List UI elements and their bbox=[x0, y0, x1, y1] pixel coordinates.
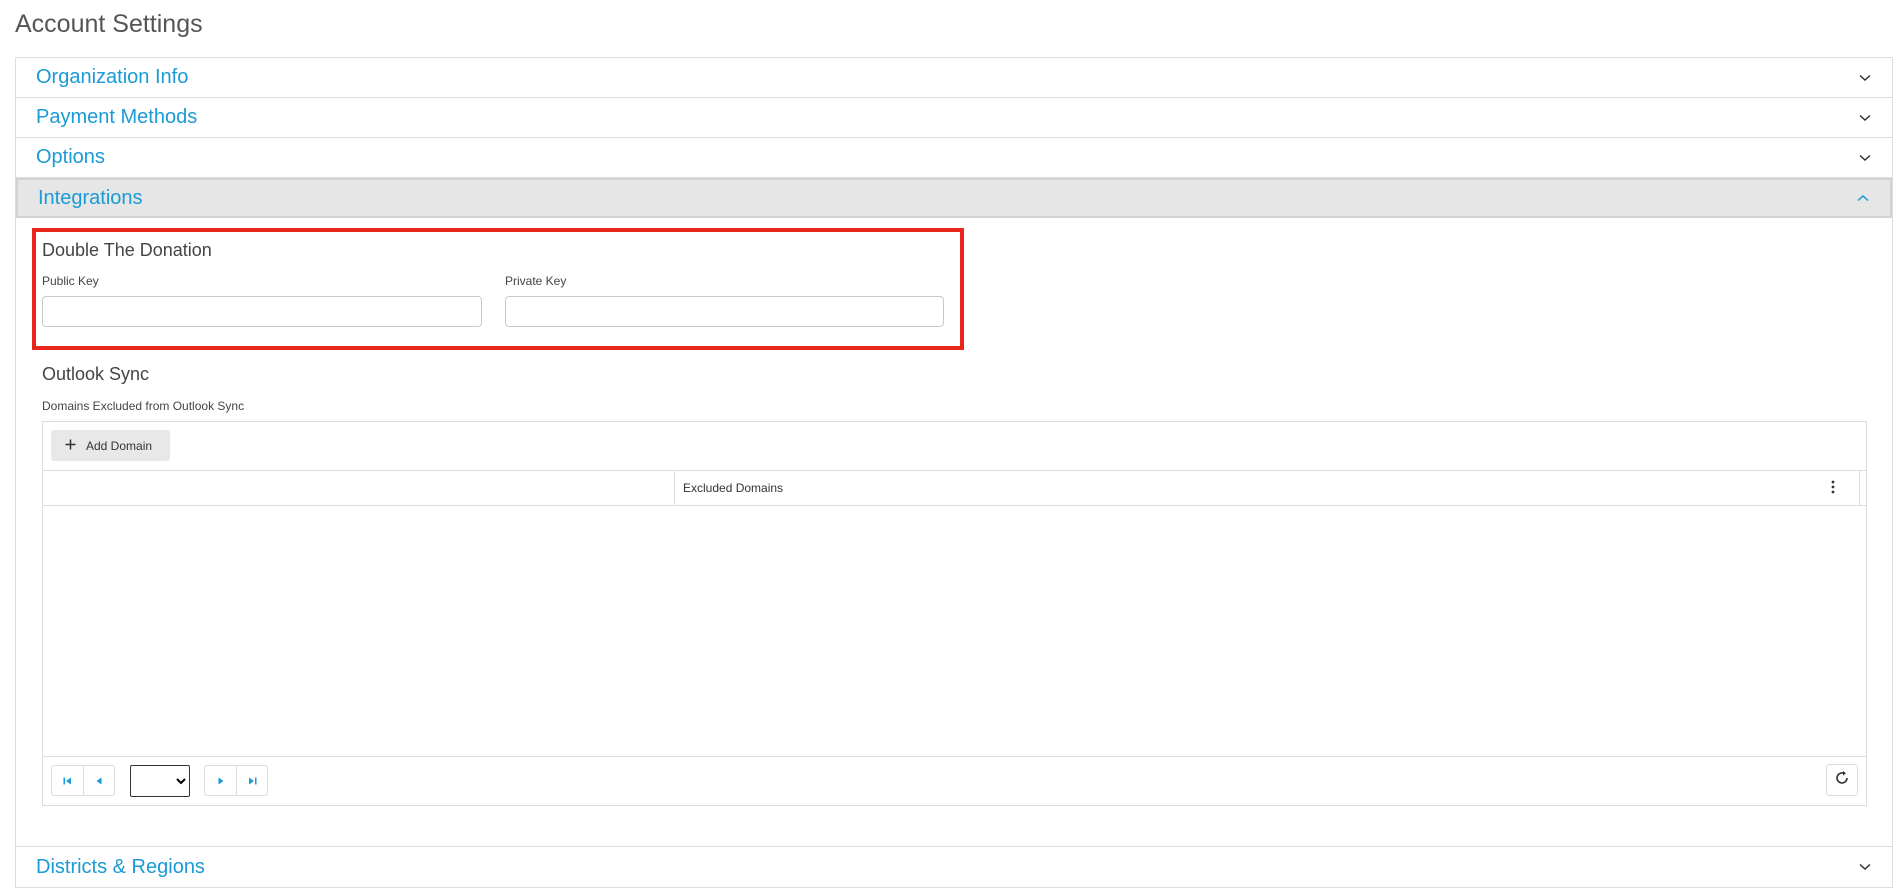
page-title: Account Settings bbox=[15, 10, 203, 38]
outlook-sync-title: Outlook Sync bbox=[42, 364, 150, 384]
chevron-up-icon bbox=[1856, 191, 1870, 205]
chevron-down-icon bbox=[1858, 860, 1872, 874]
chevron-down-icon bbox=[1858, 71, 1872, 85]
private-key-input[interactable] bbox=[505, 296, 944, 327]
pager-next-group bbox=[204, 765, 268, 796]
grid-header: Excluded Domains bbox=[43, 471, 1866, 506]
last-page-icon bbox=[248, 772, 257, 790]
page-select[interactable] bbox=[130, 765, 190, 797]
accordion-label: Organization Info bbox=[36, 66, 189, 88]
more-vertical-icon[interactable] bbox=[1831, 480, 1835, 497]
integrations-panel: Double The Donation Public Key Private K… bbox=[16, 218, 1892, 847]
plus-icon bbox=[65, 439, 76, 453]
accordion-label: Options bbox=[36, 146, 105, 168]
column-header-empty bbox=[43, 471, 675, 505]
grid-content bbox=[43, 506, 1866, 757]
refresh-icon bbox=[1834, 770, 1850, 791]
first-page-icon bbox=[63, 772, 72, 790]
accordion-label: Payment Methods bbox=[36, 106, 198, 128]
first-page-button[interactable] bbox=[52, 766, 83, 795]
public-key-label: Public Key bbox=[42, 274, 99, 288]
double-the-donation-title: Double The Donation bbox=[42, 240, 212, 260]
public-key-input[interactable] bbox=[42, 296, 482, 327]
private-key-label: Private Key bbox=[505, 274, 567, 288]
accordion-header-organization-info[interactable]: Organization Info bbox=[16, 58, 1892, 98]
excluded-domains-grid: Add Domain Excluded Domains bbox=[42, 421, 1867, 806]
chevron-down-icon bbox=[1858, 151, 1872, 165]
grid-pager bbox=[43, 757, 1866, 807]
accordion-label: Integrations bbox=[38, 186, 143, 209]
refresh-button[interactable] bbox=[1826, 764, 1858, 796]
column-header-label: Excluded Domains bbox=[683, 481, 784, 495]
column-header-excluded-domains[interactable]: Excluded Domains bbox=[675, 471, 1860, 505]
settings-accordion: Organization Info Payment Methods Option… bbox=[15, 57, 1893, 888]
accordion-header-districts-regions[interactable]: Districts & Regions bbox=[16, 847, 1892, 887]
accordion-label: Districts & Regions bbox=[36, 855, 205, 878]
chevron-down-icon bbox=[1858, 111, 1872, 125]
grid-toolbar: Add Domain bbox=[43, 422, 1866, 471]
accordion-header-integrations[interactable]: Integrations bbox=[16, 178, 1892, 218]
next-page-icon bbox=[218, 772, 224, 790]
accordion-header-payment-methods[interactable]: Payment Methods bbox=[16, 98, 1892, 138]
next-page-button[interactable] bbox=[205, 766, 236, 795]
last-page-button[interactable] bbox=[236, 766, 267, 795]
accordion-header-options[interactable]: Options bbox=[16, 138, 1892, 178]
previous-page-icon bbox=[96, 772, 102, 790]
add-domain-label: Add Domain bbox=[86, 438, 153, 453]
pager-prev-group bbox=[51, 765, 115, 796]
previous-page-button[interactable] bbox=[83, 766, 114, 795]
excluded-domains-label: Domains Excluded from Outlook Sync bbox=[42, 399, 245, 413]
add-domain-button[interactable]: Add Domain bbox=[51, 430, 170, 461]
